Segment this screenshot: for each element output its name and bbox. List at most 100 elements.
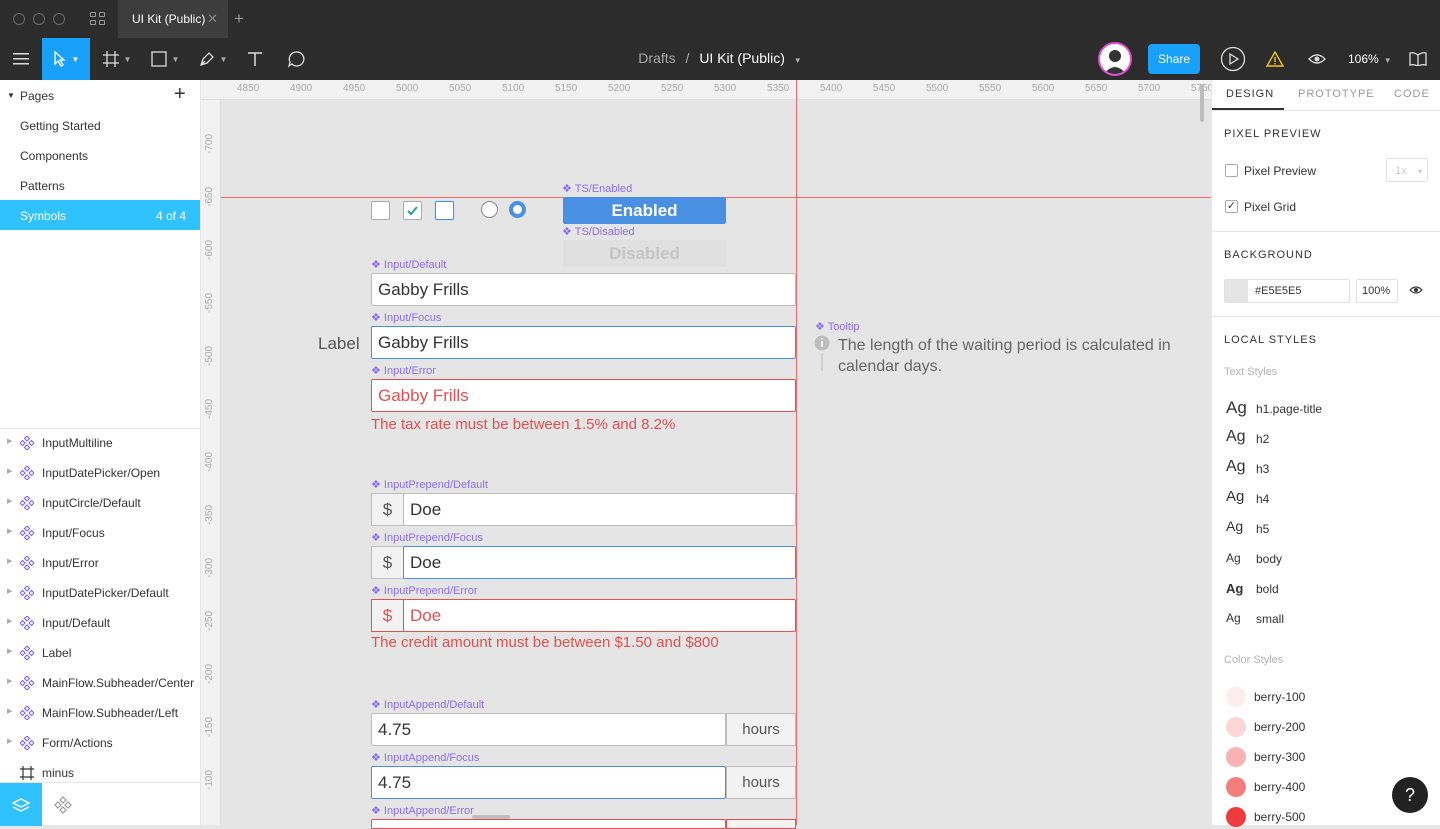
layer-item[interactable]: ▶ MainFlow.Subheader/Center (0, 668, 200, 698)
expand-icon[interactable]: ▶ (7, 737, 12, 745)
close-window-button[interactable] (13, 13, 25, 25)
layer-item[interactable]: ▶ InputDatePicker/Default (0, 578, 200, 608)
frame-tool-button[interactable]: ▼ (96, 38, 138, 80)
main-menu-button[interactable] (0, 38, 42, 80)
comment-tool-button[interactable] (280, 38, 312, 80)
horizontal-scrollbar[interactable] (472, 815, 510, 819)
file-name[interactable]: UI Kit (Public) (699, 50, 785, 66)
tab-prototype[interactable]: PROTOTYPE (1298, 88, 1375, 100)
expand-icon[interactable]: ▶ (7, 467, 12, 475)
expand-icon[interactable]: ▶ (7, 647, 12, 655)
text-style-item[interactable]: Ag body (1226, 548, 1426, 570)
radio-unchecked[interactable] (481, 201, 498, 218)
color-style-item[interactable]: berry-200 (1226, 717, 1426, 739)
text-style-item[interactable]: Ag h3 (1226, 458, 1426, 480)
expand-icon[interactable]: ▶ (7, 497, 12, 505)
text-style-item[interactable]: Ag h5 (1226, 518, 1426, 540)
layer-item[interactable]: ▶ Label (0, 638, 200, 668)
text-style-item[interactable]: Ag h1.page-title (1226, 398, 1426, 420)
tab-design[interactable]: DESIGN (1226, 88, 1274, 100)
expand-icon[interactable]: ▶ (7, 587, 12, 595)
input-append-default[interactable]: 4.75 (371, 713, 726, 746)
checkbox-focused[interactable] (435, 201, 454, 220)
expand-icon[interactable]: ▶ (7, 527, 12, 535)
layers-tab[interactable] (0, 783, 42, 826)
avatar[interactable] (1098, 42, 1132, 76)
expand-icon[interactable]: ▶ (7, 617, 12, 625)
eye-icon[interactable] (1409, 285, 1423, 295)
chevron-down-icon[interactable]: ▼ (794, 56, 802, 65)
library-button[interactable] (1404, 38, 1432, 80)
file-browser-grid-icon[interactable] (90, 12, 106, 26)
warning-button[interactable] (1262, 38, 1288, 80)
expand-icon[interactable]: ▶ (7, 437, 12, 445)
help-button[interactable]: ? (1392, 777, 1428, 813)
ruler-tick-label: -500 (204, 345, 215, 366)
view-settings-button[interactable] (1304, 38, 1330, 80)
input-prepend-focus[interactable]: Doe (403, 546, 796, 579)
color-style-item[interactable]: berry-100 (1226, 687, 1426, 709)
collapse-pages-icon[interactable]: ▼ (7, 91, 15, 100)
input-error[interactable]: Gabby Frills (371, 379, 796, 412)
expand-icon[interactable]: ▶ (7, 677, 12, 685)
close-tab-icon[interactable]: ✕ (207, 11, 218, 27)
assets-tab[interactable] (42, 783, 84, 826)
pixel-preview-checkbox[interactable] (1225, 164, 1238, 177)
layer-item[interactable]: ▶ InputMultiline (0, 428, 200, 458)
vertical-guide[interactable] (796, 80, 797, 825)
text-style-item[interactable]: Ag h4 (1226, 488, 1426, 510)
new-tab-icon[interactable]: + (234, 9, 244, 29)
layer-item[interactable]: ▶ Input/Focus (0, 518, 200, 548)
input-prepend-default[interactable]: Doe (403, 493, 796, 526)
share-button[interactable]: Share (1148, 44, 1200, 74)
zoom-value: 106% (1348, 52, 1379, 66)
background-color-field[interactable]: #E5E5E5 (1224, 279, 1350, 303)
text-style-item[interactable]: Ag small (1226, 608, 1426, 630)
layer-label: Input/Error (42, 556, 99, 570)
input-default[interactable]: Gabby Frills (371, 273, 796, 306)
layer-item[interactable]: ▶ MainFlow.Subheader/Left (0, 698, 200, 728)
color-style-item[interactable]: berry-300 (1226, 747, 1426, 769)
layer-item[interactable]: ▶ InputCircle/Default (0, 488, 200, 518)
minimize-window-button[interactable] (33, 13, 45, 25)
pen-tool-button[interactable]: ▼ (192, 38, 234, 80)
ruler-tick-label: 5500 (926, 83, 949, 94)
color-style-item[interactable]: berry-500 (1226, 807, 1426, 829)
page-patterns[interactable]: Patterns (0, 170, 200, 200)
page-symbols[interactable]: Symbols 4 of 4 (0, 200, 200, 230)
text-style-item[interactable]: Ag bold (1226, 578, 1426, 600)
vertical-scrollbar[interactable] (1200, 84, 1204, 122)
layer-item[interactable]: ▶ InputDatePicker/Open (0, 458, 200, 488)
breadcrumb-drafts[interactable]: Drafts (638, 50, 675, 66)
ruler-tick-label: 5200 (608, 83, 631, 94)
page-label: Symbols (20, 209, 67, 223)
shape-tool-button[interactable]: ▼ (144, 38, 186, 80)
checkbox-checked[interactable] (403, 201, 422, 220)
layer-item[interactable]: ▶ Form/Actions (0, 728, 200, 758)
enabled-button[interactable]: Enabled (563, 197, 726, 224)
pixel-grid-checkbox[interactable]: ✓ (1225, 200, 1238, 213)
input-append-error[interactable] (371, 819, 726, 829)
input-prepend-error[interactable]: Doe (403, 599, 796, 632)
layer-item[interactable]: ▶ Input/Default (0, 608, 200, 638)
move-tool-button[interactable]: ▼ (42, 38, 90, 80)
expand-icon[interactable]: ▶ (7, 707, 12, 715)
input-append-focus[interactable]: 4.75 (371, 766, 726, 799)
checkbox-unchecked[interactable] (371, 201, 390, 220)
zoom-dropdown[interactable]: 106% ▼ (1348, 52, 1392, 66)
present-button[interactable] (1218, 38, 1248, 80)
background-swatch[interactable] (1225, 280, 1248, 302)
add-page-icon[interactable]: + (174, 83, 186, 106)
expand-icon[interactable]: ▶ (7, 557, 12, 565)
file-tab[interactable]: UI Kit (Public) ✕ (118, 0, 228, 38)
layer-item[interactable]: ▶ Input/Error (0, 548, 200, 578)
page-components[interactable]: Components (0, 140, 200, 170)
radio-checked[interactable] (509, 201, 526, 218)
text-style-item[interactable]: Ag h2 (1226, 428, 1426, 450)
page-getting-started[interactable]: Getting Started (0, 110, 200, 140)
tab-code[interactable]: CODE (1394, 88, 1430, 100)
maximize-window-button[interactable] (53, 13, 65, 25)
text-tool-button[interactable] (240, 38, 270, 80)
input-focus[interactable]: Gabby Frills (371, 326, 796, 359)
background-opacity-field[interactable]: 100% (1356, 279, 1398, 303)
